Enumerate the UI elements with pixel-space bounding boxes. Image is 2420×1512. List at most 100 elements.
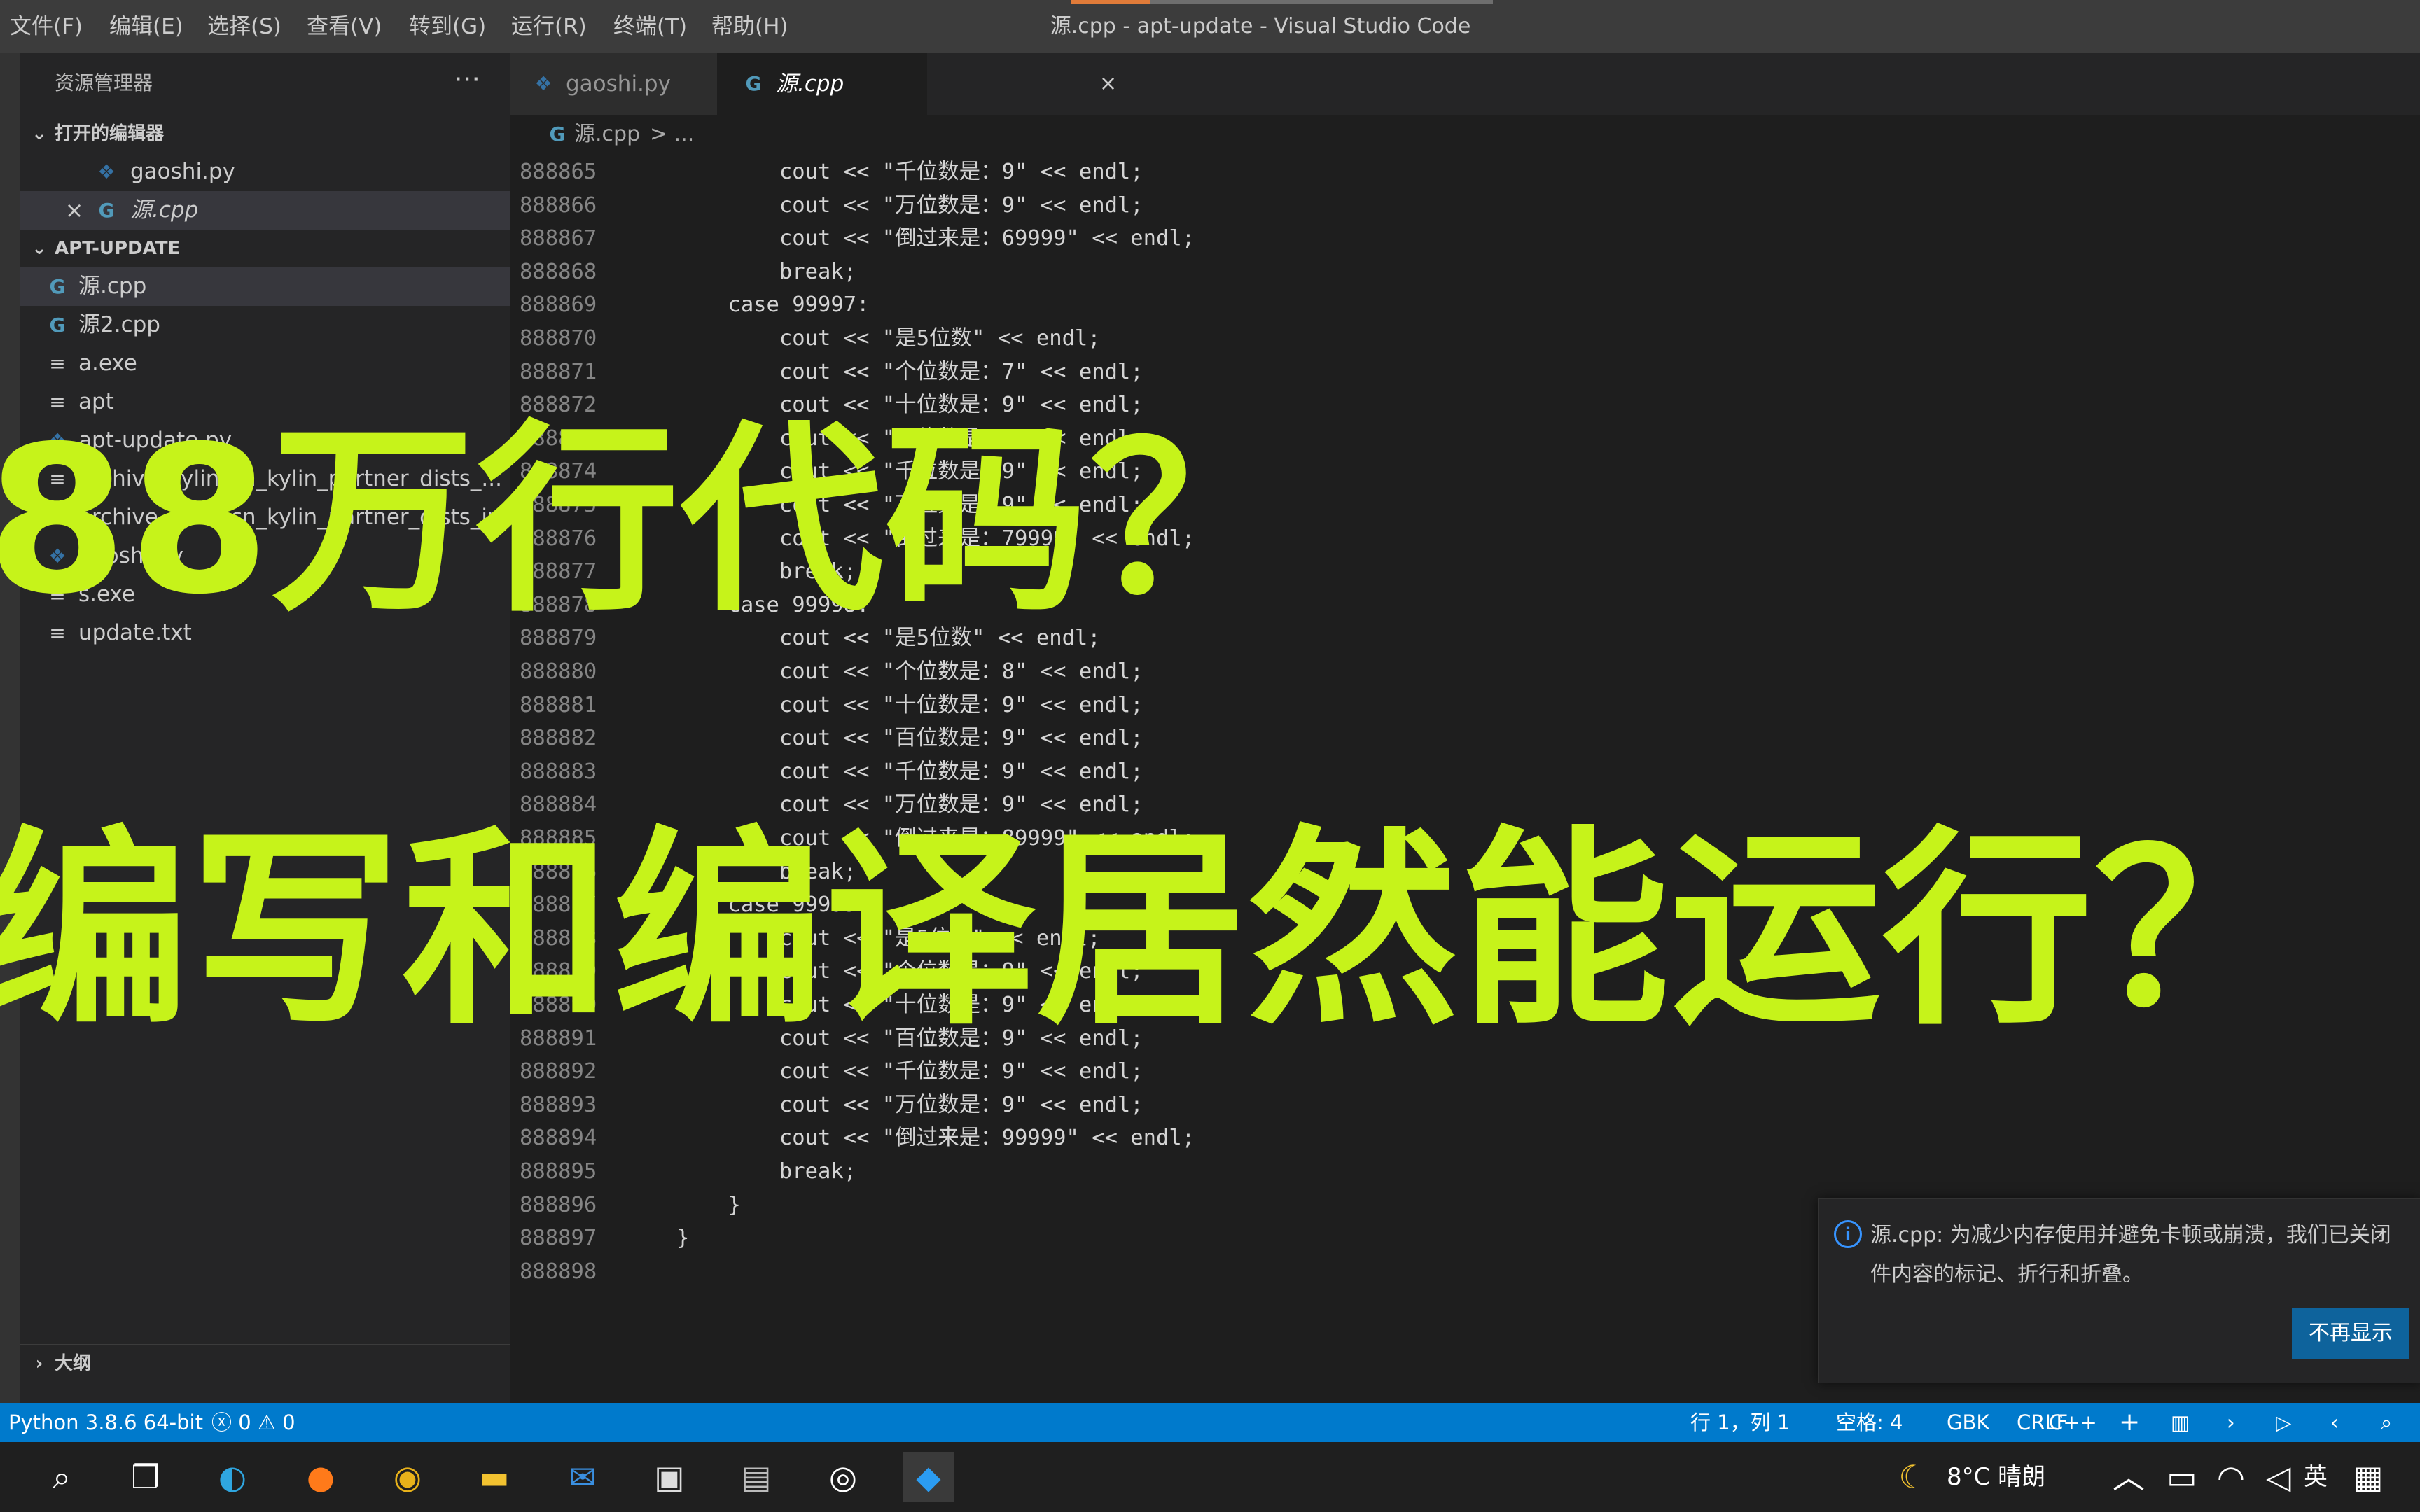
line-number: 888895 xyxy=(520,1159,597,1184)
cursor-position[interactable]: 行 1，列 1 xyxy=(1690,1403,1790,1442)
notification-line-2: 件内容的标记、折行和折叠。 xyxy=(1870,1262,2143,1287)
folder-header[interactable]: ⌄ APT-UPDATE xyxy=(20,230,510,267)
firefox-icon[interactable]: ● xyxy=(295,1452,346,1502)
python-file-icon: ❖ xyxy=(97,160,116,183)
python-file-icon: ❖ xyxy=(534,72,552,95)
edge-icon[interactable]: ◐ xyxy=(207,1452,258,1502)
file-item[interactable]: G 源2.cpp xyxy=(20,306,510,344)
cpp-file-icon: G xyxy=(49,275,66,298)
window-title: 源.cpp - apt-update - Visual Studio Code xyxy=(1050,14,1471,38)
overlay-caption-line-1: 88万行代码？ xyxy=(0,403,1294,639)
open-editor-item[interactable]: ❖ gaoshi.py xyxy=(20,153,510,191)
problems-indicator[interactable]: ⓧ 0 ⚠ 0 xyxy=(211,1403,295,1442)
chrome-icon[interactable]: ◉ xyxy=(382,1452,433,1502)
line-number: 888880 xyxy=(520,659,597,684)
file-name: a.exe xyxy=(78,351,137,376)
line-number: 888881 xyxy=(520,692,597,718)
file-item[interactable]: G 源.cpp xyxy=(20,267,510,306)
tab-bar: ❖ gaoshi.py G 源.cpp × xyxy=(510,53,2420,115)
code-text: cout << "十位数是：9" << endl; xyxy=(676,692,1143,718)
warning-count: 0 xyxy=(282,1410,295,1434)
folder-title: APT-UPDATE xyxy=(55,238,181,259)
menu-edit[interactable]: 编辑(E) xyxy=(109,0,183,53)
menu-terminal[interactable]: 终端(T) xyxy=(613,0,687,53)
line-number: 888866 xyxy=(520,192,597,218)
error-icon: ⓧ xyxy=(211,1410,232,1434)
file-explorer-icon[interactable]: ▬ xyxy=(469,1452,520,1502)
indentation[interactable]: 空格: 4 xyxy=(1836,1403,1903,1442)
breadcrumb-file[interactable]: 源.cpp xyxy=(574,115,640,154)
code-text: cout << "倒过来是：99999" << endl; xyxy=(676,1126,1195,1151)
explorer-sidebar: 资源管理器 ··· ⌄ 打开的编辑器 ❖ gaoshi.py × G 源.cpp… xyxy=(20,53,510,1403)
cpp-file-icon: G xyxy=(98,199,115,222)
terminal-icon[interactable]: ▣ xyxy=(644,1452,695,1502)
language-mode[interactable]: C++ xyxy=(2049,1403,2097,1442)
ime-grid-icon[interactable]: ▦ xyxy=(2343,1452,2393,1502)
breadcrumb-rest[interactable]: > ... xyxy=(650,115,694,154)
notification-message: 源.cpp: 为减少内存使用并避免卡顿或崩溃，我们已关闭 件内容的标记、折行和折… xyxy=(1870,1216,2416,1294)
breadcrumb: G 源.cpp > ... xyxy=(510,115,2420,154)
close-icon[interactable]: × xyxy=(62,191,87,230)
line-number: 888869 xyxy=(520,293,597,318)
file-name: 源2.cpp xyxy=(78,312,160,337)
code-text: break; xyxy=(676,259,857,284)
tab-gaoshi-py[interactable]: ❖ gaoshi.py xyxy=(510,53,717,115)
code-text: cout << "倒过来是：69999" << endl; xyxy=(676,226,1195,251)
open-editor-name: 源.cpp xyxy=(130,197,199,223)
tab-yuan-cpp[interactable]: G 源.cpp × xyxy=(717,53,1117,115)
app-icon[interactable]: ▤ xyxy=(731,1452,781,1502)
encoding[interactable]: GBK xyxy=(1947,1403,1989,1442)
overlay-caption-line-2: 编写和编译居然能运行？ xyxy=(0,808,2305,1053)
obs-icon[interactable]: ◎ xyxy=(818,1452,868,1502)
chevron-up-icon[interactable]: ︿ xyxy=(2103,1452,2154,1502)
open-editor-item[interactable]: × G 源.cpp xyxy=(20,191,510,230)
search-icon[interactable]: ⌕ xyxy=(36,1452,87,1502)
wifi-icon[interactable]: ◠ xyxy=(2206,1452,2256,1502)
code-text: case 99997: xyxy=(676,293,870,318)
taskbar: ⌕ ❐ ◐ ● ◉ ▬ ✉ ▣ ▤ ◎ ◆ ☾ 8°C 晴朗 ︿ ▭ ◠ ◁ 英… xyxy=(0,1442,2420,1512)
task-view-icon[interactable]: ❐ xyxy=(120,1452,171,1502)
status-bar: Python 3.8.6 64-bit ⓧ 0 ⚠ 0 行 1，列 1 空格: … xyxy=(0,1403,2420,1442)
error-count: 0 xyxy=(238,1410,251,1434)
menu-help[interactable]: 帮助(H) xyxy=(711,0,788,53)
menu-file[interactable]: 文件(F) xyxy=(10,0,83,53)
menu-selection[interactable]: 选择(S) xyxy=(207,0,281,53)
outline-header[interactable]: › 大纲 xyxy=(20,1344,510,1382)
more-actions-icon[interactable]: ··· xyxy=(454,53,480,113)
chevron-left-icon[interactable]: ‹ xyxy=(2330,1403,2339,1442)
mail-icon[interactable]: ✉ xyxy=(557,1452,608,1502)
line-number: 888893 xyxy=(520,1092,597,1117)
file-item[interactable]: ≡ a.exe xyxy=(20,344,510,383)
layout-icon[interactable]: ▥ xyxy=(2171,1403,2190,1442)
close-icon[interactable]: × xyxy=(1099,53,1117,115)
cpp-file-icon: G xyxy=(49,314,66,337)
run-icon[interactable]: ▷ xyxy=(2276,1403,2291,1442)
volume-icon[interactable]: ◁ xyxy=(2253,1452,2304,1502)
menu-run[interactable]: 运行(R) xyxy=(511,0,587,53)
line-number: 888867 xyxy=(520,226,597,251)
battery-icon[interactable]: ▭ xyxy=(2157,1452,2207,1502)
code-text: cout << "百位数是：9" << endl; xyxy=(676,726,1143,751)
code-text: cout << "万位数是：9" << endl; xyxy=(676,192,1143,218)
python-interpreter[interactable]: Python 3.8.6 64-bit xyxy=(8,1403,203,1442)
chevron-right-icon[interactable]: › xyxy=(2227,1403,2235,1442)
weather-text[interactable]: 8°C 晴朗 xyxy=(1947,1442,2045,1512)
line-number: 888865 xyxy=(520,160,597,184)
title-bar: 文件(F) 编辑(E) 选择(S) 查看(V) 转到(G) 运行(R) 终端(T… xyxy=(0,0,2420,53)
notification-toast: i 源.cpp: 为减少内存使用并避免卡顿或崩溃，我们已关闭 件内容的标记、折行… xyxy=(1818,1198,2420,1383)
vscode-icon[interactable]: ◆ xyxy=(903,1452,954,1502)
menu-goto[interactable]: 转到(G) xyxy=(409,0,486,53)
line-number: 888870 xyxy=(520,326,597,351)
open-editors-header[interactable]: ⌄ 打开的编辑器 xyxy=(20,115,510,153)
menu-view[interactable]: 查看(V) xyxy=(307,0,382,53)
outline-title: 大纲 xyxy=(55,1353,92,1374)
code-text: } xyxy=(676,1226,690,1251)
info-icon: i xyxy=(1834,1220,1862,1248)
dont-show-again-button[interactable]: 不再显示 xyxy=(2292,1308,2409,1359)
code-text: cout << "是5位数" << endl; xyxy=(676,326,1101,351)
input-method[interactable]: 英 xyxy=(2304,1442,2328,1512)
open-editor-name: gaoshi.py xyxy=(130,159,235,184)
plus-icon[interactable]: + xyxy=(2119,1403,2140,1442)
tab-label: 源.cpp xyxy=(776,71,844,97)
search-icon[interactable]: ⌕ xyxy=(2381,1403,2392,1442)
